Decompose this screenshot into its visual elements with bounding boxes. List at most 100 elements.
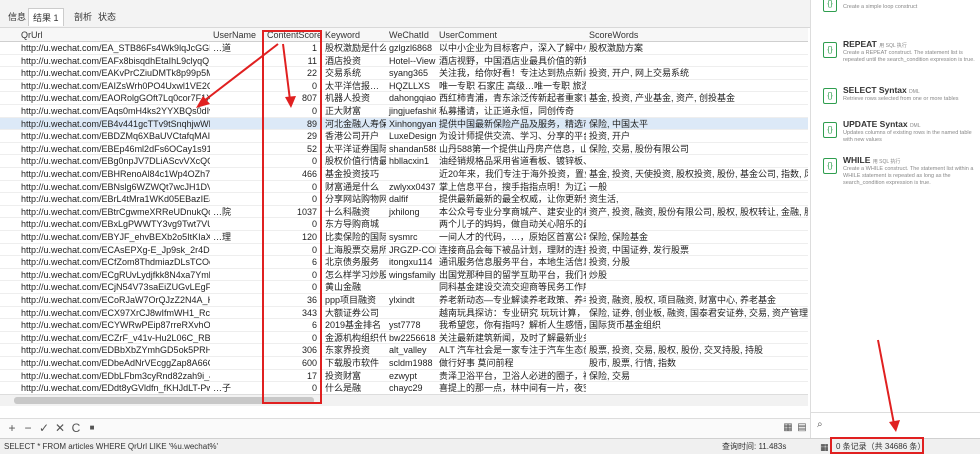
table-row[interactable]: http://u.wechat.com/EAIZsWrh0PO4Uxwl1VE2… bbox=[0, 80, 808, 93]
cell-contentscore[interactable]: 11 bbox=[264, 55, 320, 67]
cell-wechatid[interactable]: JRGZP-COM bbox=[386, 244, 436, 256]
cell-qrurl[interactable]: http://u.wechat.com/EBtrCgwmeXRReUDnukQq… bbox=[18, 206, 210, 218]
tab-info[interactable]: 信息 bbox=[4, 8, 30, 26]
cell-username[interactable]: …道 bbox=[210, 42, 264, 54]
cell-username[interactable] bbox=[210, 244, 264, 256]
table-row[interactable]: http://u.wechat.com/EBEp46ml2dFs6OCay1s9… bbox=[0, 143, 808, 156]
snippet-repeat[interactable]: {} REPEAT 用 SQL 执行 Create a REPEAT const… bbox=[815, 38, 977, 82]
cell-username[interactable] bbox=[210, 319, 264, 331]
table-row[interactable]: http://u.wechat.com/ECgRUvLydjfkk8N4xa7Y… bbox=[0, 269, 808, 282]
cell-keyword[interactable]: ppp项目融资 bbox=[322, 294, 386, 306]
cell-wechatid[interactable]: gzlgzl6868 bbox=[386, 42, 436, 54]
cell-wechatid[interactable]: jxhilong bbox=[386, 206, 436, 218]
table-row[interactable]: http://u.wechat.com/ECAsEPXg-E_Jp9sk_2r4… bbox=[0, 244, 808, 257]
table-row[interactable]: http://u.wechat.com/EA_STB86Fs4Wk9lqJcGG… bbox=[0, 42, 808, 55]
cell-contentscore[interactable]: 0 bbox=[264, 269, 320, 281]
column-header-scorewords[interactable]: ScoreWords bbox=[586, 28, 808, 41]
cell-contentscore[interactable]: 1 bbox=[264, 42, 320, 54]
cell-keyword[interactable]: 机器人投资 bbox=[322, 92, 386, 104]
cell-username[interactable] bbox=[210, 357, 264, 369]
cell-scorewords[interactable]: 保险, 交易 bbox=[586, 370, 808, 382]
search-icon[interactable]: ⌕ bbox=[817, 419, 823, 430]
cell-qrurl[interactable]: http://u.wechat.com/EAKvPrCZiuDMTk8p99p5… bbox=[18, 67, 210, 79]
cell-keyword[interactable]: 金源机构组织代码查询 bbox=[322, 332, 386, 344]
cell-keyword[interactable]: 下载股市软件 bbox=[322, 357, 386, 369]
cell-usercomment[interactable]: ALT 汽车社会是一家专注于汽车生态创业的孵化平 bbox=[436, 344, 586, 356]
cell-qrurl[interactable]: http://u.wechat.com/EDBbXbZYmhGD5ok5PRHx… bbox=[18, 344, 210, 356]
table-row[interactable]: http://u.wechat.com/EDBbXbZYmhGD5ok5PRHx… bbox=[0, 344, 808, 357]
cell-contentscore[interactable]: 36 bbox=[264, 294, 320, 306]
cell-wechatid[interactable]: syang365 bbox=[386, 67, 436, 79]
cell-contentscore[interactable]: 0 bbox=[264, 193, 320, 205]
table-row[interactable]: http://u.wechat.com/EDdt8yGVldfn_fKHJdLT… bbox=[0, 382, 808, 394]
cell-qrurl[interactable]: http://u.wechat.com/EB4v441gcTTv9tSnqhjw… bbox=[18, 118, 210, 130]
cell-username[interactable] bbox=[210, 307, 264, 319]
cell-wechatid[interactable]: bw2256618 bbox=[386, 332, 436, 344]
cell-wechatid[interactable]: dahongqiao88 bbox=[386, 92, 436, 104]
cell-qrurl[interactable]: http://u.wechat.com/ECfZom8ThdmiazDLsTCO… bbox=[18, 256, 210, 268]
cell-contentscore[interactable]: 29 bbox=[264, 130, 320, 142]
cell-scorewords[interactable]: 保险, 交易, 股份有限公司 bbox=[586, 143, 808, 155]
cell-qrurl[interactable]: http://u.wechat.com/EAORolgGOft7Lq0cor7F… bbox=[18, 92, 210, 104]
cell-contentscore[interactable]: 6 bbox=[264, 319, 320, 331]
cell-usercomment[interactable]: 酒店视野，中国酒店业最具价值的新媒体，专注于投资 bbox=[436, 55, 586, 67]
cell-username[interactable] bbox=[210, 105, 264, 117]
tab-result-1[interactable]: 结果 1 bbox=[28, 8, 64, 26]
cell-wechatid[interactable] bbox=[386, 218, 436, 230]
cell-keyword[interactable]: 太平洋信报… bbox=[322, 80, 386, 92]
snippet-while[interactable]: {} WHILE 用 SQL 执行 Create a WHILE constru… bbox=[815, 154, 977, 204]
cell-scorewords[interactable]: 保险, 保险基金 bbox=[586, 231, 808, 243]
cell-usercomment[interactable]: 出国党那种目的留学互助平台，我们有料，有趣， bbox=[436, 269, 586, 281]
cell-qrurl[interactable]: http://u.wechat.com/EBDZMq6XBaUVCtafqMAI… bbox=[18, 130, 210, 142]
cell-scorewords[interactable]: 投资, 开户, 网上交易系统 bbox=[586, 67, 808, 79]
tab-status[interactable]: 状态 bbox=[94, 8, 120, 26]
cell-qrurl[interactable]: http://u.wechat.com/EA_STB86Fs4Wk9lqJcGG… bbox=[18, 42, 210, 54]
cell-contentscore[interactable]: 466 bbox=[264, 168, 320, 180]
cell-scorewords[interactable] bbox=[586, 382, 808, 394]
cell-usercomment[interactable]: 以中小企业为目标客户，深入了解中小企业在股权激 bbox=[436, 42, 586, 54]
cell-contentscore[interactable]: 0 bbox=[264, 332, 320, 344]
cell-wechatid[interactable]: jingjuefashi6868 bbox=[386, 105, 436, 117]
cell-qrurl[interactable]: http://u.wechat.com/EAFx8bisqdhEtaIhL9cl… bbox=[18, 55, 210, 67]
cell-qrurl[interactable]: http://u.wechat.com/EDbLFbm3cyRnd82zah9i… bbox=[18, 370, 210, 382]
cell-usercomment[interactable]: 做行好事 莫问前程 bbox=[436, 357, 586, 369]
cell-keyword[interactable]: 北京债务服务 bbox=[322, 256, 386, 268]
table-row[interactable]: http://u.wechat.com/EAKvPrCZiuDMTk8p99p5… bbox=[0, 67, 808, 80]
column-header-usercomment[interactable]: UserComment bbox=[436, 28, 586, 41]
cell-usercomment[interactable]: 近20年来，我们专注于海外投资，置业，移民领域 bbox=[436, 168, 586, 180]
table-row[interactable]: http://u.wechat.com/EBg0npJV7DLiAScvVXcQ… bbox=[0, 155, 808, 168]
cell-scorewords[interactable]: 股市, 股票, 行情, 指数 bbox=[586, 357, 808, 369]
cell-keyword[interactable]: 财富通是什么 bbox=[322, 181, 386, 193]
cell-scorewords[interactable]: 保险, 证券, 创业板, 融资, 国泰君安证券, 交易, 资产管理, 股份, 指… bbox=[586, 307, 808, 319]
cell-username[interactable] bbox=[210, 118, 264, 130]
table-row[interactable]: http://u.wechat.com/EBxLgPWWTY3vg9Twt7VU… bbox=[0, 218, 808, 231]
cell-scorewords[interactable] bbox=[586, 281, 808, 293]
refresh-button[interactable]: C bbox=[70, 421, 82, 435]
table-row[interactable]: http://u.wechat.com/EAqs0mH4ks2YYXBQs0dI… bbox=[0, 105, 808, 118]
cell-keyword[interactable]: 什么是融 bbox=[322, 382, 386, 394]
table-row[interactable]: http://u.wechat.com/ECZrF_v41v-Hu2L06C_R… bbox=[0, 332, 808, 345]
cell-wechatid[interactable]: yst7778 bbox=[386, 319, 436, 331]
cell-usercomment[interactable]: 油经销规格品采用省道看板、镀锌板、铝镁、铜板、 bbox=[436, 155, 586, 167]
cell-keyword[interactable]: 投资财富 bbox=[322, 370, 386, 382]
cell-wechatid[interactable]: alt_valley bbox=[386, 344, 436, 356]
cell-username[interactable] bbox=[210, 130, 264, 142]
cell-keyword[interactable]: 2019基金排名 bbox=[322, 319, 386, 331]
cell-contentscore[interactable]: 6 bbox=[264, 256, 320, 268]
cell-username[interactable]: …理 bbox=[210, 231, 264, 243]
table-row[interactable]: http://u.wechat.com/EBrL4tMra1WKd05EBazI… bbox=[0, 193, 808, 206]
column-header-wechatid[interactable]: WeChatId bbox=[386, 28, 436, 41]
cell-keyword[interactable]: 大额证券公司 bbox=[322, 307, 386, 319]
cell-keyword[interactable]: 十么科融资 bbox=[322, 206, 386, 218]
cell-qrurl[interactable]: http://u.wechat.com/EDdt8yGVldfn_fKHJdLT… bbox=[18, 382, 210, 394]
cell-keyword[interactable]: 河北金融人寿保险有… bbox=[322, 118, 386, 130]
form-view-icon[interactable]: ▤ bbox=[796, 421, 808, 435]
cell-contentscore[interactable]: 22 bbox=[264, 67, 320, 79]
cell-scorewords[interactable]: 资产, 投资, 融资, 股份有限公司, 股权, 股权转让, 金融, 股权转让协议 bbox=[586, 206, 808, 218]
cell-qrurl[interactable]: http://u.wechat.com/EDbeAdNrVEcggZap8A66… bbox=[18, 357, 210, 369]
cell-wechatid[interactable] bbox=[386, 307, 436, 319]
cell-usercomment[interactable]: 关注我，给你好看！专注达到热点新闻追踪与报道，投资 bbox=[436, 67, 586, 79]
cell-contentscore[interactable]: 0 bbox=[264, 155, 320, 167]
cell-qrurl[interactable]: http://u.wechat.com/ECoRJaW7OrQJzZ2N4A_K… bbox=[18, 294, 210, 306]
cell-usercomment[interactable]: 越南玩具探访：专业研究 玩玩计算， bbox=[436, 307, 586, 319]
